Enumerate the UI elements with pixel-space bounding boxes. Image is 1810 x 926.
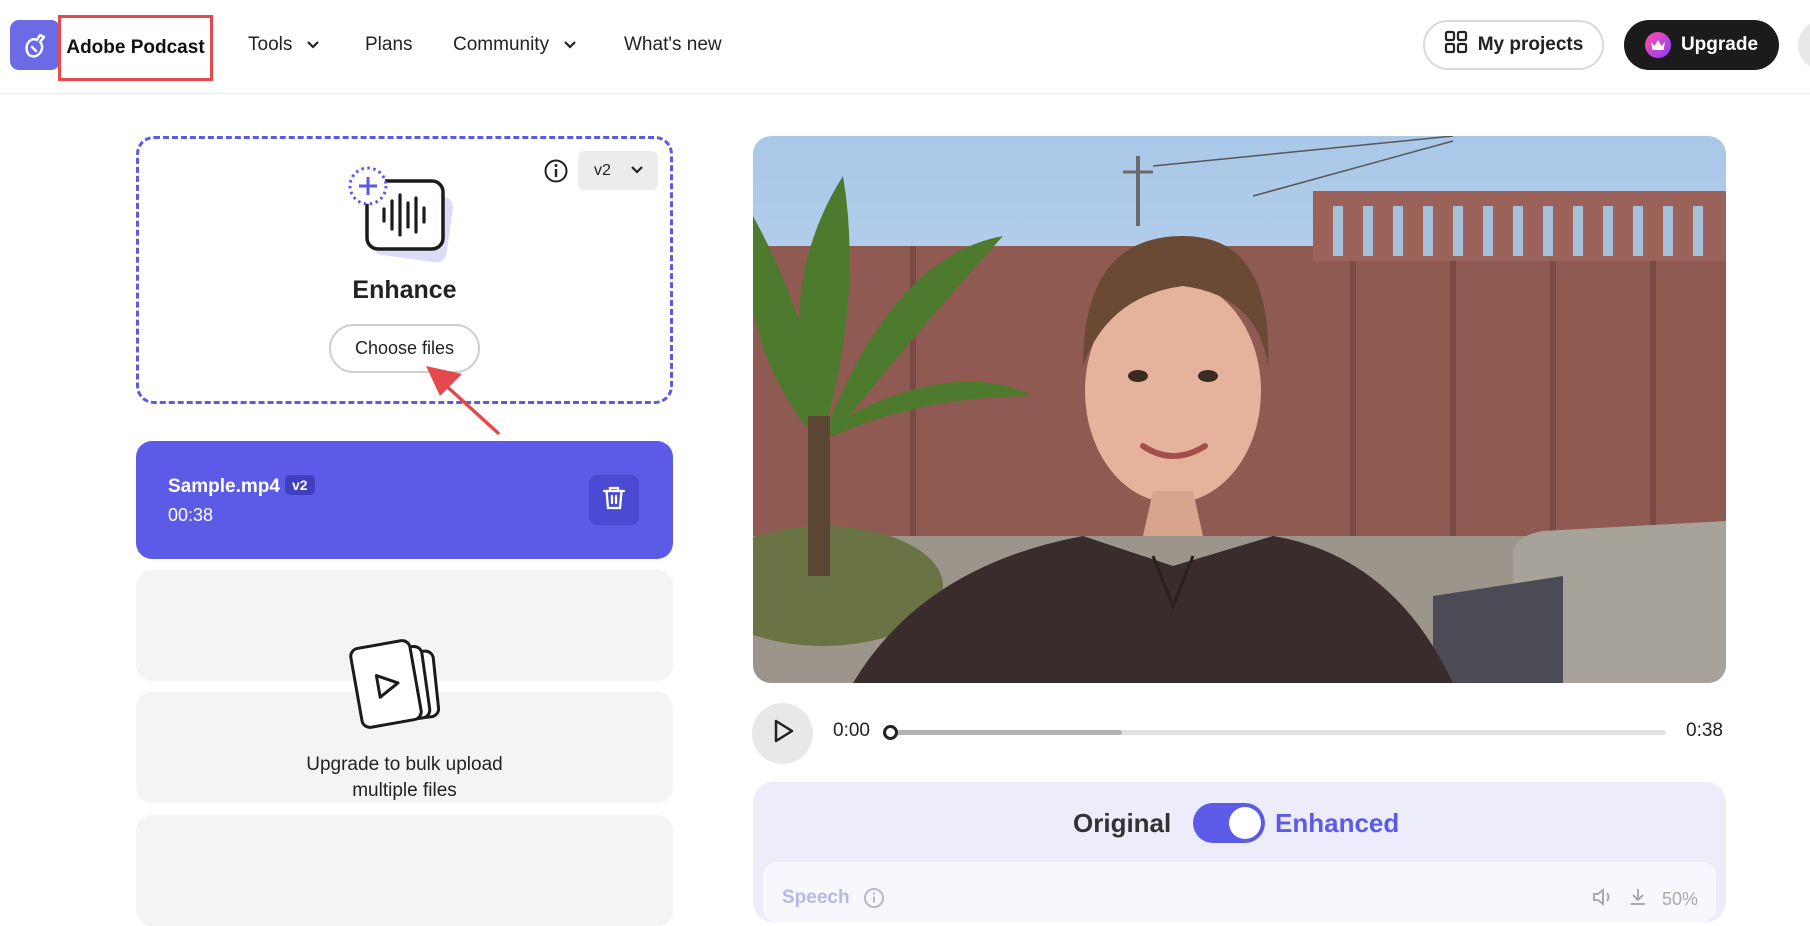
info-icon[interactable]	[863, 887, 885, 914]
avatar[interactable]	[1798, 20, 1810, 70]
my-projects-button[interactable]: My projects	[1423, 20, 1604, 70]
file-name: Sample.mp4	[168, 476, 280, 497]
annotation-arrow-icon	[420, 360, 502, 445]
adobe-podcast-logo-icon[interactable]	[10, 20, 60, 70]
brand-name[interactable]: Adobe Podcast	[58, 15, 213, 81]
file-slot-placeholder	[136, 815, 673, 926]
original-label[interactable]: Original	[1073, 808, 1171, 839]
multiple-files-icon	[348, 638, 464, 739]
nav-tools[interactable]: Tools	[248, 0, 320, 90]
chevron-down-icon	[630, 162, 644, 180]
bulk-upload-message: Upgrade to bulk upload multiple files	[306, 754, 503, 801]
top-navigation-bar: Adobe Podcast Tools Plans Community What…	[0, 0, 1810, 94]
enhanced-label[interactable]: Enhanced	[1275, 808, 1399, 839]
enhance-audio-icon	[346, 165, 462, 270]
speech-label: Speech	[782, 887, 850, 908]
uploaded-file-card[interactable]: Sample.mp4 v2 00:38	[136, 441, 673, 559]
version-select[interactable]: v2	[578, 151, 658, 190]
chevron-down-icon	[306, 40, 320, 50]
enhance-toggle[interactable]	[1193, 803, 1265, 843]
enhance-title: Enhance	[352, 276, 457, 304]
toggle-knob	[1229, 807, 1261, 839]
info-icon[interactable]	[543, 158, 569, 189]
speech-level-value: 50%	[1661, 889, 1698, 909]
nav-whats-new[interactable]: What's new	[624, 0, 722, 90]
nav-community[interactable]: Community	[453, 0, 577, 90]
play-icon	[771, 718, 795, 749]
upgrade-button[interactable]: Upgrade	[1624, 20, 1779, 70]
grid-icon	[1444, 30, 1468, 60]
speech-controls: 50%	[1592, 887, 1698, 912]
seek-bar-buffered	[889, 730, 1123, 735]
seek-bar[interactable]	[889, 730, 1666, 735]
trash-icon	[602, 485, 626, 516]
file-duration: 00:38	[168, 505, 214, 525]
download-icon[interactable]	[1628, 887, 1648, 912]
file-version-badge: v2	[285, 475, 315, 495]
speech-control-row: Speech 50%	[763, 862, 1716, 922]
delete-file-button[interactable]	[589, 475, 639, 525]
play-button[interactable]	[752, 703, 813, 764]
current-time: 0:00	[833, 720, 870, 741]
nav-plans[interactable]: Plans	[365, 0, 413, 90]
video-preview[interactable]	[753, 136, 1726, 683]
total-time: 0:38	[1686, 720, 1723, 741]
chevron-down-icon	[563, 40, 577, 50]
seek-handle[interactable]	[883, 725, 898, 740]
speaker-icon[interactable]	[1592, 887, 1614, 912]
crown-icon	[1644, 32, 1671, 58]
